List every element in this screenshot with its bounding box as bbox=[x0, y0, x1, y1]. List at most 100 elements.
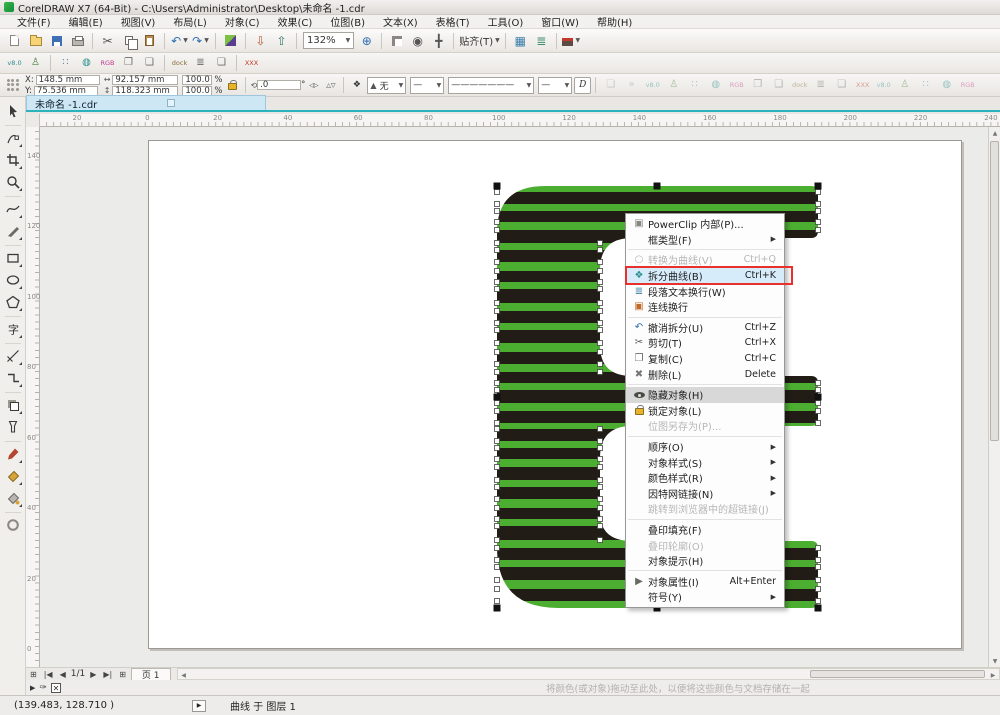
context-menu-item[interactable]: ❐复制(C)Ctrl+C bbox=[626, 351, 784, 367]
context-menu-item[interactable]: ▶对象属性(I)Alt+Enter bbox=[626, 573, 784, 589]
curve-node[interactable] bbox=[495, 260, 500, 265]
zoom-page-icon[interactable]: ⊕ bbox=[357, 31, 376, 50]
context-menu-item[interactable]: 符号(Y)▶ bbox=[626, 589, 784, 605]
selection-handle[interactable] bbox=[815, 394, 822, 401]
curve-node[interactable] bbox=[495, 565, 500, 570]
curve-node[interactable] bbox=[495, 409, 500, 414]
menu-item-7[interactable]: 位图(B) bbox=[321, 14, 374, 29]
curve-node[interactable] bbox=[495, 401, 500, 406]
curve-node[interactable] bbox=[598, 321, 603, 326]
curve-node[interactable] bbox=[598, 248, 603, 253]
shape-tool[interactable] bbox=[3, 128, 23, 148]
vertical-scroll-thumb[interactable] bbox=[990, 141, 999, 441]
curve-node[interactable] bbox=[816, 209, 821, 214]
curve-node[interactable] bbox=[495, 421, 500, 426]
curve-node[interactable] bbox=[598, 241, 603, 246]
curve-node[interactable] bbox=[495, 309, 500, 314]
last-page-icon[interactable]: ▶| bbox=[101, 670, 114, 679]
context-menu-item[interactable]: 位图另存为(P)... bbox=[626, 418, 784, 434]
curve-node[interactable] bbox=[495, 546, 500, 551]
welcome-screen-icon[interactable]: ▦ bbox=[511, 31, 530, 50]
scroll-up-icon[interactable]: ▲ bbox=[989, 127, 1000, 139]
layers-icon[interactable]: ❏ bbox=[832, 76, 851, 95]
curve-node[interactable] bbox=[598, 485, 603, 490]
curve-node[interactable] bbox=[495, 381, 500, 386]
open-folder-icon[interactable] bbox=[26, 31, 45, 50]
menu-item-5[interactable]: 对象(C) bbox=[216, 14, 269, 29]
curve-node[interactable] bbox=[816, 220, 821, 225]
curve-node[interactable] bbox=[495, 538, 500, 543]
curve-node[interactable] bbox=[495, 587, 500, 592]
curve-node[interactable] bbox=[598, 350, 603, 355]
context-menu-item[interactable]: ↶撤消拆分(U)Ctrl+Z bbox=[626, 320, 784, 336]
curve-node[interactable] bbox=[598, 280, 603, 285]
palette-eyedropper-icon[interactable]: ✑ bbox=[39, 683, 47, 693]
curve-node[interactable] bbox=[598, 260, 603, 265]
run-macro-icon[interactable]: ◍ bbox=[77, 54, 96, 73]
curve-node[interactable] bbox=[495, 328, 500, 333]
curve-node[interactable] bbox=[598, 427, 603, 432]
curve-node[interactable] bbox=[495, 524, 500, 529]
search-content-icon[interactable] bbox=[221, 31, 240, 50]
context-menu-item[interactable]: ▣连线换行 bbox=[626, 299, 784, 315]
menu-item-2[interactable]: 编辑(E) bbox=[60, 14, 112, 29]
curve-node[interactable] bbox=[598, 465, 603, 470]
window-mode-icon[interactable]: ❏ bbox=[601, 76, 620, 95]
rgb-cmyk-icon[interactable]: RGB bbox=[98, 54, 117, 73]
curve-node[interactable] bbox=[495, 248, 500, 253]
curve-node[interactable] bbox=[598, 506, 603, 511]
status-play-icon[interactable]: ▶ bbox=[192, 700, 206, 712]
align-nodes-icon[interactable]: ∷ bbox=[916, 76, 935, 95]
curve-node[interactable] bbox=[495, 578, 500, 583]
paste-macro-icon[interactable]: ❏ bbox=[769, 76, 788, 95]
curve-node[interactable] bbox=[495, 370, 500, 375]
curve-node[interactable] bbox=[495, 362, 500, 367]
curve-node[interactable] bbox=[495, 439, 500, 444]
curve-node[interactable] bbox=[495, 280, 500, 285]
vsta-version-label[interactable]: v8.0 bbox=[874, 76, 893, 95]
transparency-tool[interactable] bbox=[3, 417, 23, 437]
curve-node[interactable] bbox=[816, 558, 821, 563]
selection-handle[interactable] bbox=[494, 183, 501, 190]
curve-node[interactable] bbox=[495, 190, 500, 195]
next-page-icon[interactable]: ▶ bbox=[88, 670, 98, 679]
curve-node[interactable] bbox=[816, 565, 821, 570]
interactive-fill-tool[interactable] bbox=[3, 488, 23, 508]
menu-item-8[interactable]: 文本(X) bbox=[374, 14, 427, 29]
palette-expand-icon[interactable]: ▶ bbox=[30, 684, 35, 692]
curve-node[interactable] bbox=[598, 301, 603, 306]
artistic-media-tool[interactable] bbox=[3, 221, 23, 241]
y-position-field[interactable]: 75.536 mm bbox=[34, 86, 98, 96]
curve-node[interactable] bbox=[495, 558, 500, 563]
run-macro-icon[interactable]: ◍ bbox=[706, 76, 725, 95]
align-nodes-icon[interactable]: ∷ bbox=[685, 76, 704, 95]
curve-node[interactable] bbox=[495, 202, 500, 207]
text-tool[interactable]: 字 bbox=[3, 319, 23, 339]
curve-node[interactable] bbox=[495, 506, 500, 511]
xxx-macro-icon[interactable]: XXX bbox=[242, 54, 261, 73]
curve-node[interactable] bbox=[598, 269, 603, 274]
curve-node[interactable] bbox=[816, 228, 821, 233]
context-menu-item[interactable]: ▣PowerClip 内部(P)... bbox=[626, 216, 784, 232]
curve-node[interactable] bbox=[495, 350, 500, 355]
freehand-tool[interactable] bbox=[3, 199, 23, 219]
rgb-cmyk-icon[interactable]: RGB bbox=[727, 76, 746, 95]
curve-node[interactable] bbox=[598, 287, 603, 292]
curve-node[interactable] bbox=[598, 309, 603, 314]
chevrons-icon[interactable]: » bbox=[622, 76, 641, 95]
vba-user-icon[interactable]: ♙ bbox=[895, 76, 914, 95]
selection-handle[interactable] bbox=[654, 183, 661, 190]
dimension-tool[interactable] bbox=[3, 346, 23, 366]
edit-nodes-button[interactable]: ❖ bbox=[348, 77, 365, 94]
wrap-settings-icon[interactable]: ≣ bbox=[811, 76, 830, 95]
context-menu-item[interactable]: 隐藏对象(H) bbox=[626, 387, 784, 403]
copy-macro-icon[interactable]: ❐ bbox=[119, 54, 138, 73]
curve-node[interactable] bbox=[598, 362, 603, 367]
curve-node[interactable] bbox=[495, 341, 500, 346]
line-style-combo[interactable]: ———————▼ bbox=[448, 77, 534, 94]
document-tab-icon[interactable] bbox=[167, 99, 175, 107]
curve-node[interactable] bbox=[816, 409, 821, 414]
smart-fill-tool[interactable] bbox=[3, 466, 23, 486]
mirror-horizontal-button[interactable]: ◁▷ bbox=[305, 77, 322, 94]
context-menu-item[interactable]: 对象样式(S)▶ bbox=[626, 454, 784, 470]
